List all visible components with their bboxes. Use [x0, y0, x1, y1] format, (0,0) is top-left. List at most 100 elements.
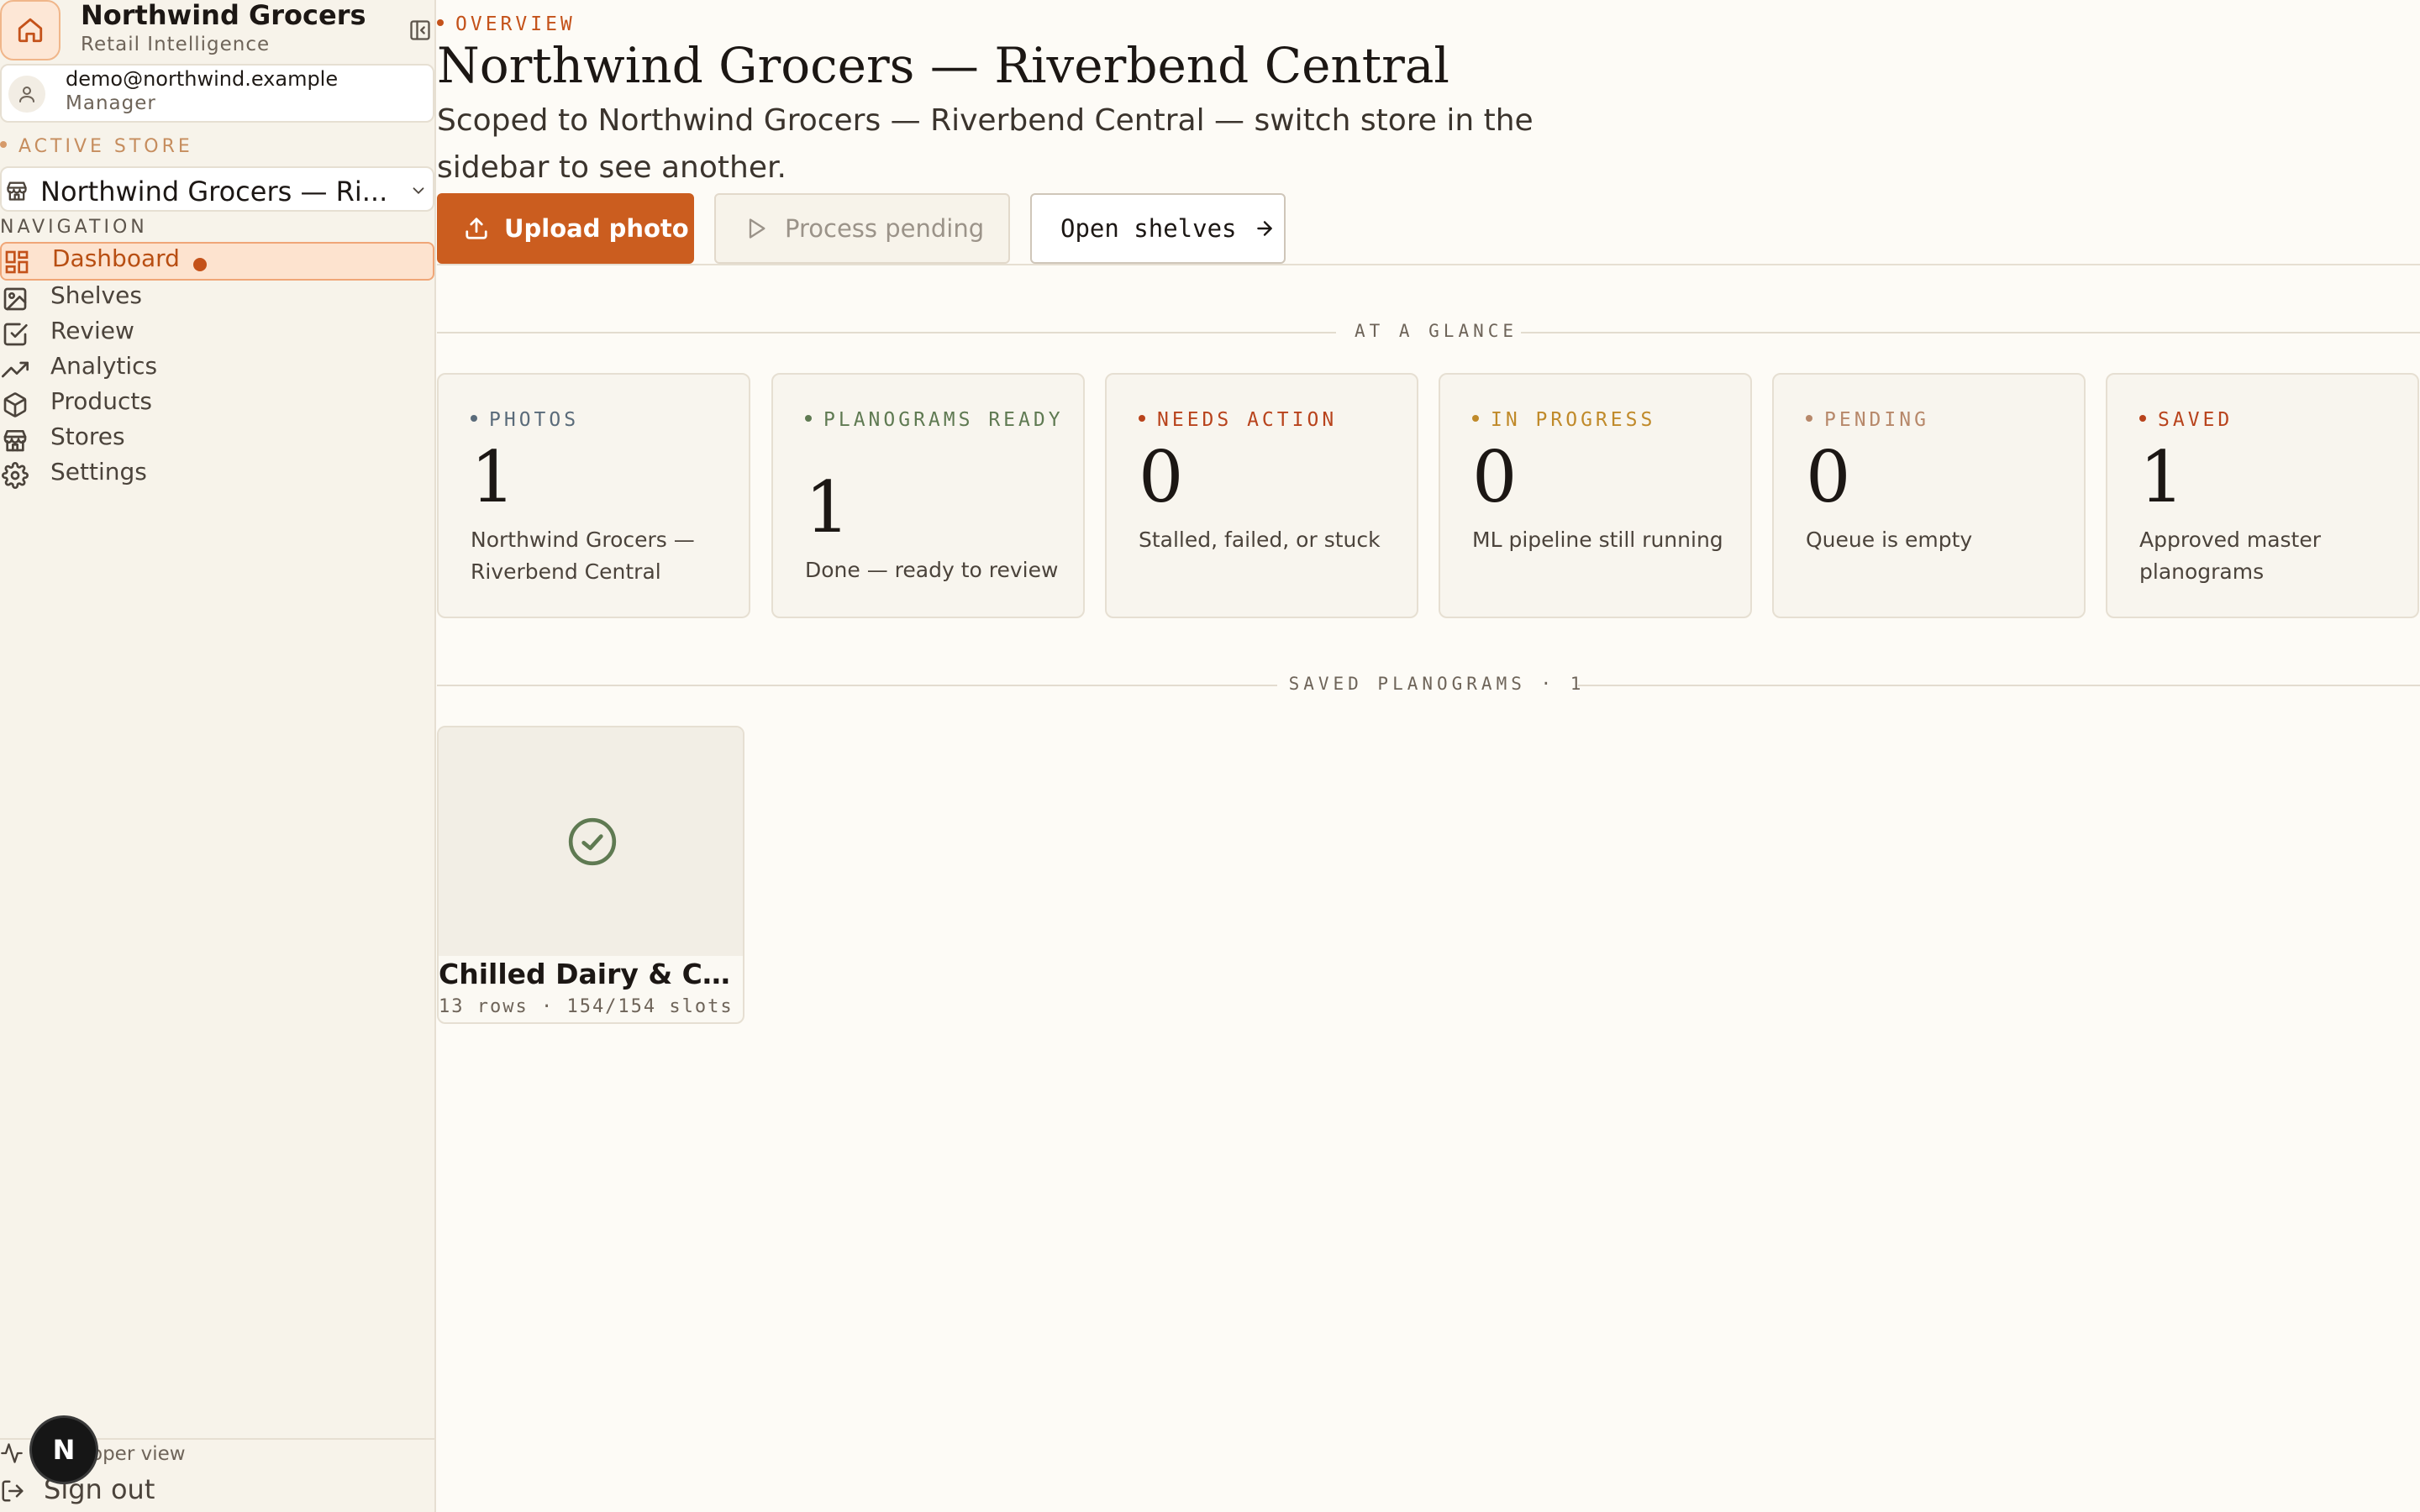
active-store-label: ACTIVE STORE [0, 136, 193, 157]
user-icon [19, 87, 34, 102]
brand-header: Northwind Grocers Retail Intelligence [0, 0, 436, 62]
process-pending-button[interactable]: Process pending [714, 193, 1010, 264]
home-logo-button[interactable] [0, 0, 60, 60]
box-icon [3, 392, 27, 417]
upload-photo-label: Upload photo [504, 214, 689, 243]
process-pending-label: Process pending [785, 214, 985, 243]
stat-label: NEEDS ACTION [1157, 409, 1338, 431]
stat-label-row: SAVED [2139, 405, 2400, 435]
stat-label: PHOTOS [489, 409, 580, 431]
planogram-thumbnail [439, 727, 743, 956]
status-dot [1139, 414, 1145, 422]
stat-card-planograms-ready[interactable]: PLANOGRAMS READY 1 Done — ready to revie… [771, 373, 1085, 618]
stat-card-needs-action[interactable]: NEEDS ACTION 0 Stalled, failed, or stuck [1105, 373, 1418, 618]
stat-label: SAVED [2158, 409, 2233, 431]
planogram-card[interactable]: Chilled Dairy & Che... 13 rows · 154/154… [437, 726, 744, 1024]
saved-planograms-heading: SAVED PLANOGRAMS · 1 [1288, 674, 1586, 694]
stat-value: 1 [805, 466, 850, 549]
section-divider-left [437, 332, 1336, 333]
home-icon [18, 18, 43, 43]
stat-description: Northwind Grocers — Riverbend Central [471, 528, 695, 584]
stat-label-row: NEEDS ACTION [1139, 405, 1399, 435]
status-dot [2139, 414, 2146, 422]
status-dot [805, 414, 812, 422]
user-email: demo@northwind.example [66, 67, 339, 91]
sidebar-item-analytics[interactable]: Analytics [0, 349, 434, 385]
dashboard-icon [5, 250, 29, 274]
page-eyebrow: OVERVIEW [437, 13, 576, 35]
stat-label-row: PLANOGRAMS READY [805, 405, 1065, 435]
app-name: Northwind Grocers [81, 0, 366, 31]
sidebar-item-label: Settings [50, 458, 147, 486]
upload-photo-button[interactable]: Upload photo [437, 193, 694, 264]
page-title: Northwind Grocers — Riverbend Central [437, 37, 1449, 94]
sidebar-item-label: Analytics [50, 352, 158, 380]
planogram-title: Chilled Dairy & Che... [439, 958, 744, 990]
stat-description: Stalled, failed, or stuck [1139, 528, 1381, 552]
user-role: Manager [66, 92, 156, 114]
check-square-icon [3, 323, 28, 346]
status-dot [1806, 414, 1812, 422]
stat-card-in-progress[interactable]: IN PROGRESS 0 ML pipeline still running [1439, 373, 1752, 618]
developer-view-label: oper view [91, 1443, 186, 1465]
upload-icon [466, 218, 487, 239]
activity-icon [1, 1443, 23, 1463]
section-divider-right [1521, 332, 2420, 333]
stat-label-row: PENDING [1806, 405, 2066, 435]
user-card[interactable]: demo@northwind.example Manager [0, 64, 434, 123]
play-icon [749, 218, 765, 239]
store-icon [7, 181, 27, 201]
sidebar-item-stores[interactable]: Stores [0, 420, 434, 455]
sidebar-item-products[interactable]: Products [0, 385, 434, 420]
image-icon [3, 287, 27, 311]
main-content: OVERVIEW Northwind Grocers — Riverbend C… [437, 0, 2420, 1512]
sidebar-item-review[interactable]: Review [0, 314, 434, 349]
status-dot [471, 414, 477, 422]
open-shelves-label: Open shelves [1060, 214, 1237, 243]
sidebar-item-dashboard[interactable]: Dashboard [0, 242, 434, 281]
store-selector[interactable]: Northwind Grocers — Ri... [0, 166, 434, 212]
stat-value: 0 [1139, 436, 1184, 518]
sidebar-collapse-icon[interactable] [408, 18, 432, 42]
at-a-glance-heading: AT A GLANCE [1354, 321, 1518, 341]
app-subtitle: Retail Intelligence [81, 34, 271, 55]
sidebar: Northwind Grocers Retail Intelligence de… [0, 0, 436, 1512]
planogram-meta: 13 rows · 154/154 slots [439, 996, 734, 1017]
stat-label: PLANOGRAMS READY [823, 409, 1064, 431]
stat-label-row: IN PROGRESS [1472, 405, 1733, 435]
status-dot [1472, 414, 1479, 422]
section-divider-right [1578, 685, 2420, 686]
page-subtitle: Scoped to Northwind Grocers — Riverbend … [437, 103, 1534, 185]
stat-description: Approved master planograms [2139, 528, 2322, 584]
stat-value: 1 [2139, 436, 2185, 518]
sidebar-item-settings[interactable]: Settings [0, 455, 434, 491]
trending-up-icon [2, 361, 29, 378]
open-shelves-button[interactable]: Open shelves [1030, 193, 1286, 264]
chevron-down-icon [413, 187, 424, 195]
navigation-label: NAVIGATION [0, 217, 148, 238]
log-out-icon [2, 1480, 24, 1502]
sidebar-item-label: Dashboard [52, 244, 180, 272]
dev-tools-badge[interactable]: N [32, 1418, 96, 1482]
store-icon [3, 430, 27, 452]
stat-card-pending[interactable]: PENDING 0 Queue is empty [1772, 373, 2086, 618]
stat-description: Queue is empty [1806, 528, 1973, 552]
stat-label: IN PROGRESS [1491, 409, 1656, 431]
stat-card-photos[interactable]: PHOTOS 1 Northwind Grocers — Riverbend C… [437, 373, 750, 618]
stat-label-row: PHOTOS [471, 405, 731, 435]
stat-label: PENDING [1824, 409, 1929, 431]
sidebar-item-label: Stores [50, 423, 125, 450]
sidebar-item-shelves[interactable]: Shelves [0, 279, 434, 314]
section-divider-left [437, 685, 1277, 686]
sidebar-item-label: Review [50, 317, 134, 344]
selected-store: Northwind Grocers — Ri... [40, 176, 388, 207]
stat-card-saved[interactable]: SAVED 1 Approved master planograms [2106, 373, 2419, 618]
user-avatar [8, 76, 45, 113]
header-divider [437, 264, 2420, 265]
stat-value: 1 [471, 436, 516, 518]
check-circle-icon [568, 817, 617, 866]
arrow-right-icon [1256, 221, 1272, 236]
stat-value: 0 [1472, 436, 1518, 518]
sidebar-item-label: Shelves [50, 281, 142, 309]
sidebar-item-label: Products [50, 387, 152, 415]
